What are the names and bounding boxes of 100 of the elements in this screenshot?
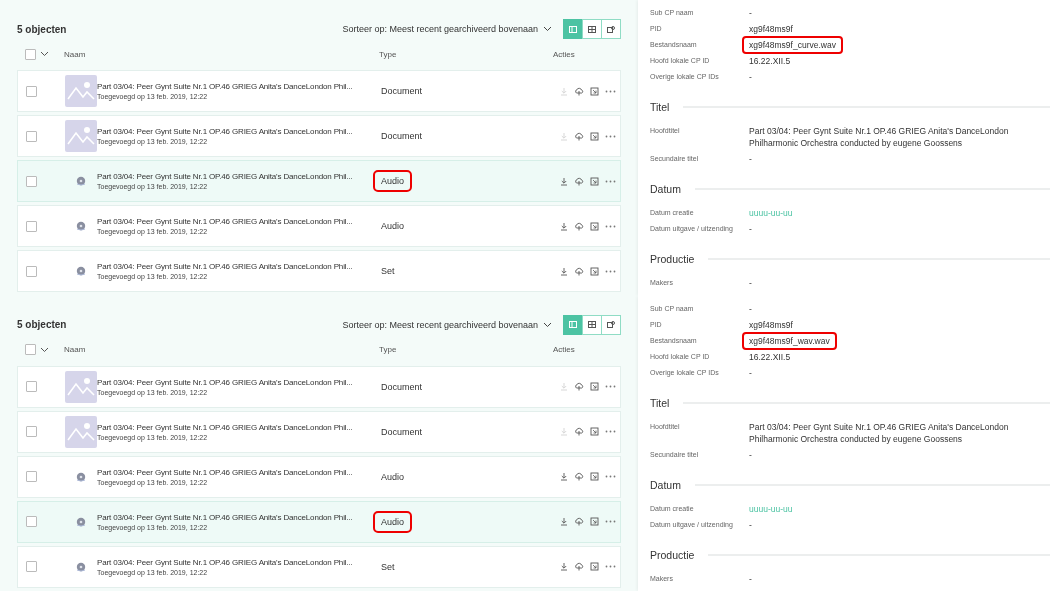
field-value: - [748, 572, 753, 586]
row-checkbox[interactable] [26, 471, 37, 482]
cloud-icon[interactable] [574, 562, 584, 571]
cloud-icon[interactable] [574, 266, 584, 276]
row-checkbox[interactable] [26, 381, 37, 392]
chevron-down-icon[interactable] [40, 51, 49, 57]
field-value: 16.22.XII.5 [748, 55, 792, 68]
field-value: - [748, 223, 753, 236]
disc-icon [76, 221, 86, 231]
row-checkbox[interactable] [26, 175, 37, 187]
view-toggle[interactable] [582, 314, 602, 335]
item-type: Audio [380, 470, 406, 484]
grid-view-icon [587, 24, 597, 34]
cloud-icon[interactable] [574, 427, 584, 436]
section-title: Productie [650, 548, 695, 561]
select-all-checkbox[interactable] [25, 48, 36, 60]
field-value: 16.22.XII.5 [748, 350, 792, 364]
field-value: xg9f48ms9f_curve.wav [742, 36, 843, 54]
row-checkbox[interactable] [26, 516, 37, 527]
cloud-icon[interactable] [574, 176, 584, 186]
column-header: Type [379, 49, 398, 59]
row-checkbox[interactable] [26, 130, 37, 142]
download-icon[interactable] [560, 517, 568, 526]
cloud-icon[interactable] [574, 86, 584, 96]
item-type: Audio [380, 220, 406, 233]
export-icon[interactable] [590, 472, 599, 481]
sort-dropdown[interactable]: Sorteer op: Meest recent gearchiveerd bovenaan [342, 319, 552, 330]
cloud-icon[interactable] [574, 221, 584, 231]
item-type: Document [380, 130, 424, 143]
row-checkbox[interactable] [26, 220, 37, 232]
item-type: Document [380, 85, 424, 98]
gallery-view-icon [606, 320, 616, 329]
result-count: 5 objecten [17, 23, 67, 35]
item-title: Part 03/04: Peer Gynt Suite Nr.1 OP.46 GRIEG Anita's DanceLondon Phil... [97, 82, 354, 91]
more-icon[interactable] [605, 179, 616, 183]
section-title: Productie [650, 253, 695, 265]
view-toggle[interactable] [582, 19, 602, 39]
cloud-icon[interactable] [574, 517, 584, 526]
image-placeholder-icon [65, 370, 97, 403]
column-header: Naam [64, 49, 87, 59]
row-checkbox[interactable] [26, 561, 37, 572]
more-icon[interactable] [605, 269, 616, 273]
more-icon[interactable] [605, 565, 616, 568]
more-icon[interactable] [605, 134, 616, 138]
field-value: - [748, 7, 753, 20]
export-icon[interactable] [590, 221, 599, 231]
list-view-icon [568, 24, 578, 34]
more-icon[interactable] [605, 520, 616, 523]
disc-icon [76, 471, 86, 482]
field-value: - [748, 448, 753, 462]
more-icon[interactable] [605, 430, 616, 433]
row-checkbox[interactable] [26, 85, 37, 97]
export-icon[interactable] [590, 266, 599, 276]
export-icon[interactable] [590, 131, 599, 141]
view-toggle[interactable] [601, 314, 621, 335]
section-title: Datum [650, 478, 681, 491]
row-checkbox[interactable] [26, 426, 37, 437]
column-header: Type [379, 345, 398, 354]
field-value: - [748, 518, 753, 532]
item-type: Set [380, 560, 396, 574]
export-icon[interactable] [590, 176, 599, 186]
cloud-icon[interactable] [574, 472, 584, 481]
download-icon[interactable] [560, 266, 568, 276]
column-header: Acties [553, 345, 575, 354]
download-icon[interactable] [560, 221, 568, 231]
result-count: 5 objecten [17, 319, 67, 330]
select-all-checkbox[interactable] [25, 344, 36, 355]
view-toggle[interactable] [563, 19, 583, 39]
section-title: Titel [650, 396, 670, 409]
more-icon[interactable] [605, 89, 616, 93]
chevron-down-icon [543, 26, 552, 32]
download-icon[interactable] [560, 176, 568, 186]
download-icon[interactable] [560, 472, 568, 481]
field-value: - [748, 302, 753, 316]
export-icon[interactable] [590, 382, 599, 391]
more-icon[interactable] [605, 475, 616, 478]
disc-icon [76, 516, 86, 527]
cloud-icon[interactable] [574, 382, 584, 391]
export-icon[interactable] [590, 86, 599, 96]
export-icon[interactable] [590, 517, 599, 526]
gallery-view-icon [606, 24, 616, 34]
cloud-icon[interactable] [574, 131, 584, 141]
more-icon[interactable] [605, 224, 616, 228]
more-icon[interactable] [605, 385, 616, 388]
view-toggle[interactable] [601, 19, 621, 39]
export-icon[interactable] [590, 562, 599, 571]
chevron-down-icon[interactable] [40, 346, 49, 353]
item-title: Part 03/04: Peer Gynt Suite Nr.1 OP.46 GRIEG Anita's DanceLondon Phil... [97, 262, 354, 271]
view-toggle[interactable] [563, 314, 583, 335]
download-icon[interactable] [560, 562, 568, 571]
row-checkbox[interactable] [26, 265, 37, 277]
field-value: - [748, 71, 753, 84]
item-title: Part 03/04: Peer Gynt Suite Nr.1 OP.46 GRIEG Anita's DanceLondon Phil... [97, 422, 354, 432]
item-title: Part 03/04: Peer Gynt Suite Nr.1 OP.46 GRIEG Anita's DanceLondon Phil... [97, 512, 354, 522]
item-type: Audio [373, 170, 413, 192]
export-icon[interactable] [590, 427, 599, 436]
section-title: Datum [650, 183, 681, 195]
sort-dropdown[interactable]: Sorteer op: Meest recent gearchiveerd bovenaan [342, 24, 552, 34]
grid-view-icon [587, 320, 597, 329]
item-title: Part 03/04: Peer Gynt Suite Nr.1 OP.46 GRIEG Anita's DanceLondon Phil... [97, 127, 354, 136]
